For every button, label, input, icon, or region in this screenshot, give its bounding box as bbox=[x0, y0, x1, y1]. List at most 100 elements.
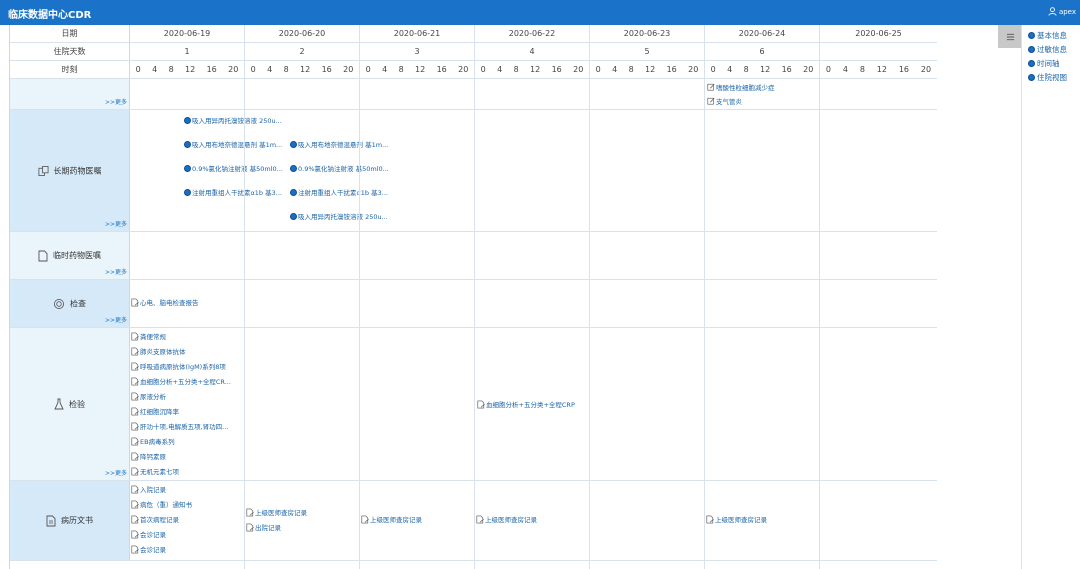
hour-tick: 8 bbox=[513, 65, 519, 74]
lab-item[interactable]: 红细胞沉降率 bbox=[131, 406, 179, 416]
order-item[interactable]: 注射用重组人干扰素α1b 基3... bbox=[290, 187, 388, 197]
category-label: 长期药物医嘱 bbox=[53, 166, 102, 175]
report-icon bbox=[361, 515, 369, 523]
lab-item[interactable]: 无机元素七项 bbox=[131, 466, 179, 476]
hour-tick: 12 bbox=[876, 65, 887, 74]
hour-tick: 20 bbox=[920, 65, 932, 74]
day-divider bbox=[589, 79, 590, 569]
order-item[interactable]: 吸入用异丙托溴铵溶液 250u... bbox=[184, 115, 282, 125]
report-icon bbox=[131, 377, 139, 385]
order-item[interactable]: 吸入用布地奈德混悬剂 基1m... bbox=[290, 139, 388, 149]
radio-icon bbox=[1028, 60, 1035, 67]
report-icon bbox=[477, 400, 485, 408]
hour-tick: 12 bbox=[530, 65, 541, 74]
hour-tick: 4 bbox=[497, 65, 503, 74]
order-dot-icon bbox=[290, 212, 297, 220]
lab-item[interactable]: 呼吸道病原抗体(IgM)系列8项 bbox=[131, 361, 226, 371]
hour-tick: 0 bbox=[825, 65, 832, 74]
report-icon bbox=[131, 515, 139, 523]
exam-item[interactable]: 心电、脑电检查报告 bbox=[131, 297, 199, 307]
more-link[interactable]: >>更多 bbox=[105, 315, 127, 324]
report-icon bbox=[131, 298, 139, 306]
order-item[interactable]: 吸入用布地奈德混悬剂 基1m... bbox=[184, 139, 290, 149]
radio-icon bbox=[1028, 74, 1035, 81]
lab-item[interactable]: 尿液分析 bbox=[131, 391, 166, 401]
day-divider bbox=[474, 79, 475, 569]
nav-inpatient-view[interactable]: 住院视图 bbox=[1028, 72, 1067, 83]
hour-tick: 0 bbox=[710, 65, 716, 74]
hour-tick: 16 bbox=[898, 65, 910, 74]
lab-item[interactable]: 血细胞分析+五分类+全程CR... bbox=[131, 376, 231, 386]
order-dot-icon bbox=[184, 116, 191, 124]
right-sidebar: 基本信息 过敏信息 时间轴 住院视图 bbox=[1021, 25, 1080, 569]
order-item[interactable]: 0.9%氯化钠注射液 基50ml0... bbox=[184, 163, 290, 173]
hour-tick: 20 bbox=[573, 65, 584, 74]
date-cell: 2020-06-23 bbox=[590, 25, 705, 42]
report-icon bbox=[131, 485, 139, 493]
nav-basic-info[interactable]: 基本信息 bbox=[1028, 30, 1067, 41]
record-item[interactable]: 会诊记录 bbox=[131, 544, 166, 554]
lab-item[interactable]: 降钙素原 bbox=[131, 451, 166, 461]
hour-tick: 8 bbox=[168, 65, 174, 74]
radio-icon bbox=[1028, 46, 1035, 53]
hour-tick: 20 bbox=[343, 65, 354, 74]
app-title: 临床数据中心CDR bbox=[8, 10, 92, 21]
nav-timeline[interactable]: 时间轴 bbox=[1028, 58, 1060, 69]
hour-tick: 20 bbox=[688, 65, 699, 74]
hour-tick: 12 bbox=[300, 65, 311, 74]
hour-tick: 8 bbox=[283, 65, 289, 74]
nav-allergy-info[interactable]: 过敏信息 bbox=[1028, 44, 1067, 55]
record-item[interactable]: 首次病程记录 bbox=[131, 514, 179, 524]
day-number-cell: 2 bbox=[245, 43, 360, 60]
day-number-row: 住院天数 1 2 3 4 5 6 bbox=[10, 43, 937, 61]
hour-tick: 16 bbox=[781, 65, 792, 74]
lab-item[interactable]: 血细胞分析+五分类+全程CRP bbox=[477, 399, 575, 409]
report-icon bbox=[131, 500, 139, 508]
hour-tick: 8 bbox=[743, 65, 749, 74]
order-item[interactable]: 0.9%氯化钠注射液 基50ml0... bbox=[290, 163, 389, 173]
order-dot-icon bbox=[290, 140, 297, 148]
record-item[interactable]: 上级医师查房记录 bbox=[246, 507, 307, 517]
hour-tick: 4 bbox=[382, 65, 388, 74]
lab-item[interactable]: 肺炎支原体抗体 bbox=[131, 346, 186, 356]
more-link[interactable]: >>更多 bbox=[105, 267, 127, 276]
hour-day-cell: 0 4 8 12 16 20 bbox=[360, 61, 475, 78]
record-item[interactable]: 会诊记录 bbox=[131, 529, 166, 539]
hour-tick: 8 bbox=[628, 65, 634, 74]
lab-item[interactable]: EB病毒系列 bbox=[131, 436, 175, 446]
day-number-cell: 1 bbox=[130, 43, 245, 60]
record-item[interactable]: 入院记录 bbox=[131, 484, 166, 494]
user-icon bbox=[1048, 7, 1057, 16]
edit-icon bbox=[707, 97, 715, 105]
record-item[interactable]: 出院记录 bbox=[246, 522, 281, 532]
hour-tick: 0 bbox=[135, 65, 141, 74]
top-bar: 临床数据中心CDR apex bbox=[0, 0, 1080, 25]
timeline-grid: 日期 2020-06-19 2020-06-20 2020-06-21 2020… bbox=[9, 25, 937, 569]
record-item[interactable]: 上级医师查房记录 bbox=[476, 514, 537, 524]
menu-toggle-button[interactable] bbox=[998, 25, 1022, 48]
report-icon bbox=[131, 422, 139, 430]
more-link[interactable]: >>更多 bbox=[105, 97, 127, 106]
order-dot-icon bbox=[184, 140, 191, 148]
diagnosis-item[interactable]: 支气管炎 bbox=[707, 96, 742, 106]
record-item[interactable]: 上级医师查房记录 bbox=[361, 514, 422, 524]
day-number-cell: 6 bbox=[705, 43, 820, 60]
order-dot-icon bbox=[290, 164, 297, 172]
diagnosis-item[interactable]: 嗜酸性粒细胞减少症 bbox=[707, 82, 775, 92]
day-divider bbox=[704, 79, 705, 569]
more-link[interactable]: >>更多 bbox=[105, 468, 127, 477]
date-cell: 2020-06-24 bbox=[705, 25, 820, 42]
record-item[interactable]: 病危（重）通知书 bbox=[131, 499, 192, 509]
order-item[interactable]: 注射用重组人干扰素α1b 基3... bbox=[184, 187, 290, 197]
hour-tick: 16 bbox=[436, 65, 447, 74]
record-item[interactable]: 上级医师查房记录 bbox=[706, 514, 767, 524]
days-label: 住院天数 bbox=[10, 43, 130, 60]
exam-icon bbox=[54, 298, 64, 309]
lab-item[interactable]: 粪便常规 bbox=[131, 331, 166, 341]
lab-item[interactable]: 肝功十项,电解质五项,肾功四... bbox=[131, 421, 228, 431]
more-link[interactable]: >>更多 bbox=[105, 219, 127, 228]
hour-day-cell: 0 4 8 12 16 20 bbox=[475, 61, 590, 78]
user-menu[interactable]: apex bbox=[1048, 7, 1076, 16]
order-item[interactable]: 吸入用异丙托溴铵溶液 250u... bbox=[290, 211, 388, 221]
report-icon bbox=[131, 407, 139, 415]
